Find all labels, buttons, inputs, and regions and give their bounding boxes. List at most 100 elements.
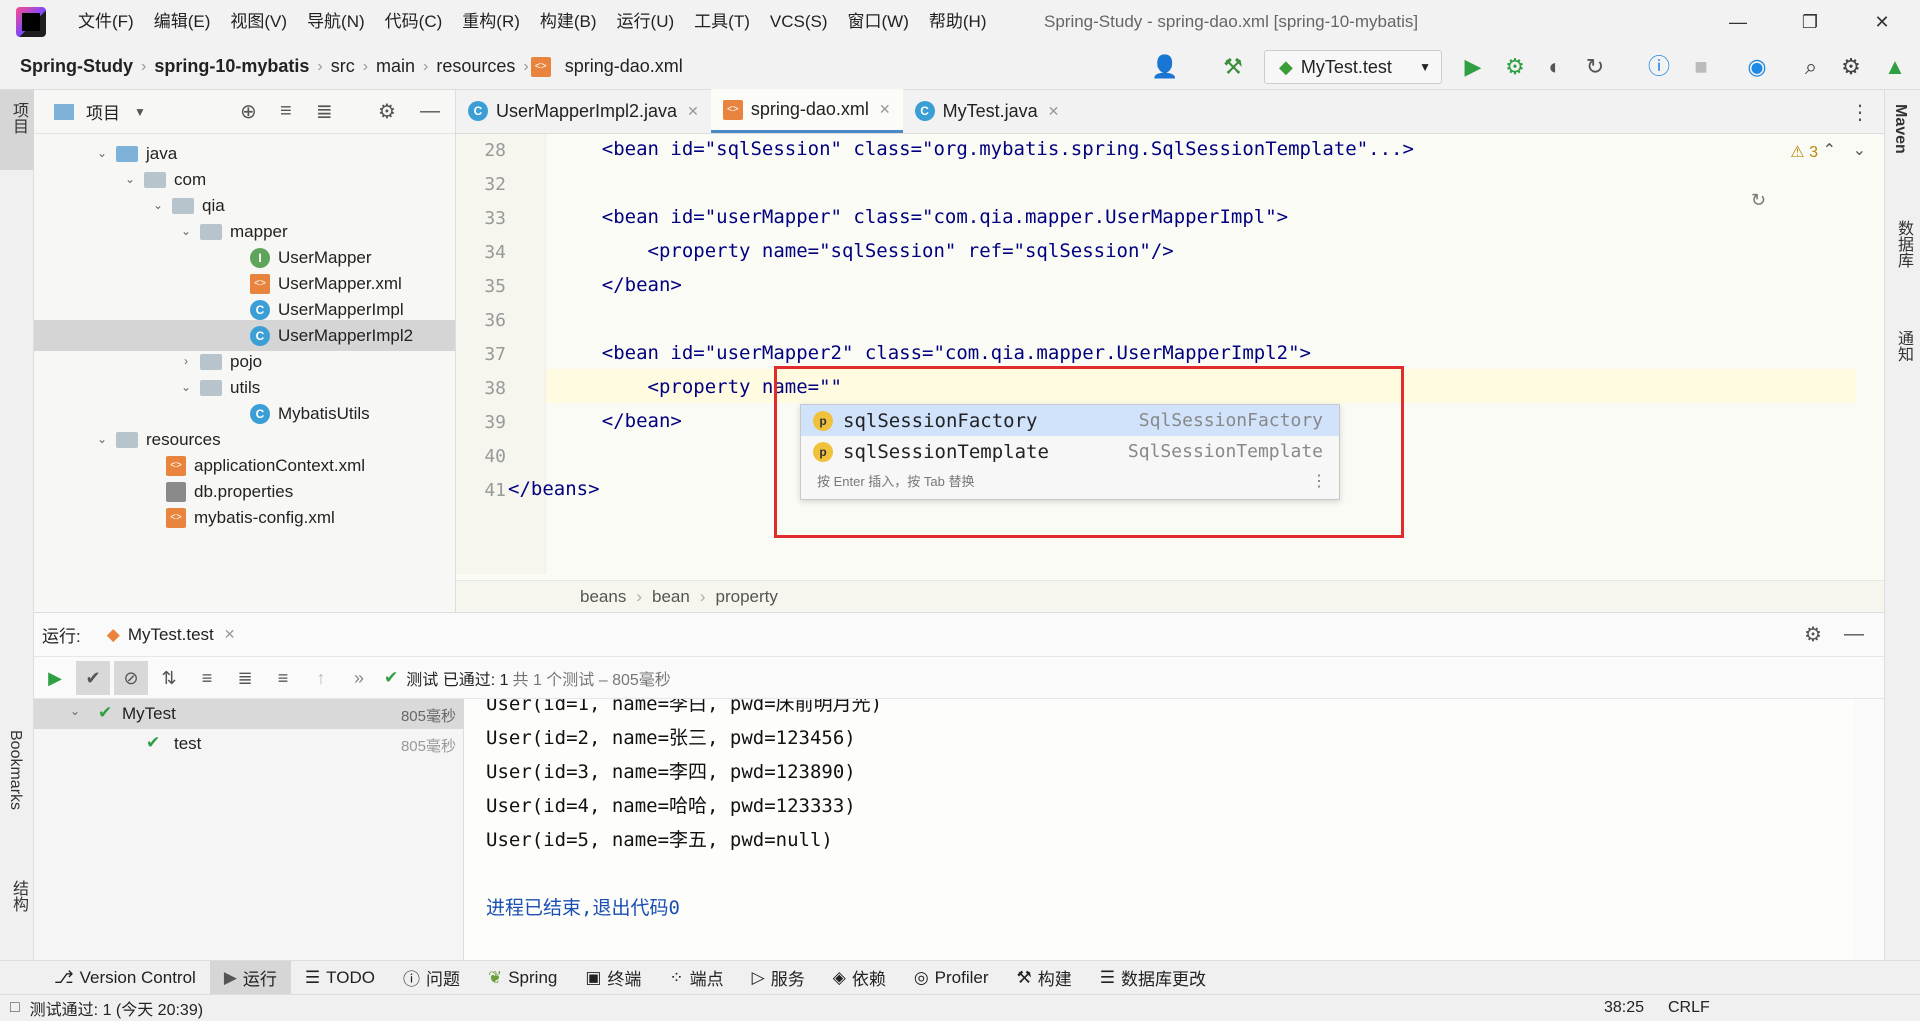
menu-view[interactable]: 视图(V) <box>220 0 297 44</box>
tool-build[interactable]: ⚒ 构建 <box>1003 961 1086 995</box>
maven-tool-label[interactable]: Maven <box>1891 104 1909 154</box>
more-actions-icon[interactable]: » <box>342 661 376 695</box>
menu-navigate[interactable]: 导航(N) <box>297 0 375 44</box>
collapse-all-icon[interactable]: ≣ <box>316 99 333 124</box>
debug-icon[interactable]: ⚙ <box>1500 52 1530 82</box>
chevron-down-icon[interactable]: ⌄ <box>70 704 80 718</box>
menu-build[interactable]: 构建(B) <box>530 0 607 44</box>
close-tab-icon[interactable]: ✕ <box>687 103 699 120</box>
console-output[interactable]: User(id=1, name=李白, pwd=床前明月光) User(id=2… <box>464 699 1854 961</box>
profile-icon[interactable]: ↻ <box>1580 52 1610 82</box>
sort-duration-icon[interactable]: ≡ <box>190 661 224 695</box>
caret-position[interactable]: 38:25 <box>1604 999 1644 1017</box>
show-ignored-icon[interactable]: ⊘ <box>114 660 148 695</box>
sort-alpha-icon[interactable]: ⇅ <box>152 661 186 695</box>
menu-window[interactable]: 窗口(W) <box>838 0 919 44</box>
run-tab-label[interactable]: MyTest.test <box>128 625 214 645</box>
menu-vcs[interactable]: VCS(S) <box>760 0 838 44</box>
bookmarks-tool-label[interactable]: Bookmarks <box>6 730 24 810</box>
hide-panel-icon[interactable]: — <box>420 100 440 123</box>
tab-mytest[interactable]: C MyTest.java ✕ <box>903 89 1072 133</box>
stop-icon[interactable]: ■ <box>1686 52 1716 82</box>
tool-endpoints[interactable]: ⁘ 端点 <box>655 961 737 995</box>
chevron-down-icon[interactable]: ▼ <box>134 105 146 119</box>
close-tab-icon[interactable]: ✕ <box>224 626 236 643</box>
settings-gear-icon[interactable]: ⚙ <box>1836 52 1866 82</box>
crumb-project[interactable]: Spring-Study <box>14 56 139 77</box>
completion-item-selected[interactable]: p sqlSessionFactory SqlSessionFactory <box>801 405 1339 436</box>
tool-terminal[interactable]: ▣ 终端 <box>571 961 655 995</box>
collapse-all-icon[interactable]: ≡ <box>266 661 300 695</box>
rerun-icon[interactable]: ▶ <box>38 661 72 695</box>
warning-count[interactable]: ⚠ 3 <box>1790 142 1818 162</box>
tree-item[interactable]: <> mybatis-config.xml <box>166 502 335 533</box>
tool-version-control[interactable]: ⎇ Version Control <box>40 961 210 995</box>
show-passed-icon[interactable]: ✔ <box>76 660 110 695</box>
crumb-property[interactable]: property <box>716 587 778 607</box>
menu-code[interactable]: 代码(C) <box>375 0 453 44</box>
database-tool-label[interactable]: 数据库 <box>1891 220 1915 268</box>
expand-all-icon[interactable]: ≣ <box>228 661 262 695</box>
tree-item[interactable]: C MybatisUtils <box>250 398 370 429</box>
tool-run[interactable]: ▶ 运行 <box>209 960 291 995</box>
tool-database-changes[interactable]: ☰ 数据库更改 <box>1086 961 1220 995</box>
prev-failed-icon[interactable]: ↑ <box>304 661 338 695</box>
line-separator[interactable]: CRLF <box>1668 999 1710 1017</box>
more-tabs-icon[interactable]: ⋮ <box>1850 100 1870 125</box>
test-row[interactable]: ✔ test 805毫秒 <box>34 729 464 759</box>
tool-spring[interactable]: ❦ Spring <box>474 961 571 995</box>
crumb-module[interactable]: spring-10-mybatis <box>148 56 315 77</box>
tab-spring-dao[interactable]: <> spring-dao.xml ✕ <box>710 89 903 133</box>
locate-icon[interactable]: ⊕ <box>240 99 257 124</box>
crumb-resources[interactable]: resources <box>430 56 521 77</box>
project-tool-button[interactable]: 项目 <box>0 90 34 170</box>
tool-problems[interactable]: ⓘ 问题 <box>389 961 474 995</box>
settings-gear-icon[interactable]: ⚙ <box>1804 622 1822 647</box>
user-icon[interactable]: 👤 <box>1150 52 1180 82</box>
intellij-logo-icon[interactable] <box>16 7 46 37</box>
status-panel-icon[interactable]: □ <box>10 999 20 1017</box>
run-icon[interactable]: ▶ <box>1458 52 1488 82</box>
help-icon[interactable]: ⓘ <box>1644 52 1674 82</box>
coverage-icon[interactable]: ◐ <box>1540 52 1570 82</box>
notifications-tool-label[interactable]: 通知 <box>1891 330 1915 362</box>
menu-tools[interactable]: 工具(T) <box>684 0 760 44</box>
crumb-bean[interactable]: bean <box>652 587 690 607</box>
close-icon[interactable]: ✕ <box>1852 0 1912 44</box>
maven-reload-icon[interactable]: ↻ <box>1751 190 1766 211</box>
crumb-beans[interactable]: beans <box>580 587 626 607</box>
completion-item[interactable]: p sqlSessionTemplate SqlSessionTemplate <box>801 436 1339 467</box>
minimize-icon[interactable]: — <box>1708 0 1768 44</box>
chevron-up-icon[interactable]: ⌃ <box>1823 140 1836 160</box>
restore-icon[interactable]: ❐ <box>1780 0 1840 44</box>
close-tab-icon[interactable]: ✕ <box>1048 103 1060 120</box>
close-tab-icon[interactable]: ✕ <box>879 101 891 118</box>
menu-help[interactable]: 帮助(H) <box>919 0 997 44</box>
menu-run[interactable]: 运行(U) <box>607 0 685 44</box>
tool-profiler[interactable]: ◎ Profiler <box>900 961 1003 995</box>
menu-file[interactable]: 文件(F) <box>68 0 144 44</box>
search-icon[interactable]: ⌕ <box>1796 52 1826 82</box>
hide-panel-icon[interactable]: — <box>1844 623 1864 646</box>
test-row-selected[interactable]: ⌄ ✔ MyTest 805毫秒 <box>34 699 464 729</box>
menu-edit[interactable]: 编辑(E) <box>144 0 221 44</box>
tool-services[interactable]: ▷ 服务 <box>738 961 819 995</box>
project-panel-title[interactable]: 项目 <box>86 99 120 124</box>
chevron-down-icon[interactable]: ⌄ <box>1853 140 1866 160</box>
menu-refactor[interactable]: 重构(R) <box>452 0 530 44</box>
expand-all-icon[interactable]: ≡ <box>280 100 292 123</box>
crumb-main[interactable]: main <box>370 56 421 77</box>
plugin-icon[interactable]: ▲ <box>1880 52 1910 82</box>
tab-usermapperimpl2[interactable]: C UserMapperImpl2.java ✕ <box>456 89 711 133</box>
status-message[interactable]: 测试通过: 1 (今天 20:39) <box>30 996 203 1020</box>
tool-todo[interactable]: ☰ TODO <box>291 961 389 995</box>
tool-dependencies[interactable]: ◈ 依赖 <box>819 961 900 995</box>
structure-tool-label[interactable]: 结构 <box>6 880 30 912</box>
settings-gear-icon[interactable]: ⚙ <box>378 99 396 124</box>
crumb-src[interactable]: src <box>325 56 361 77</box>
build-hammer-icon[interactable]: ⚒ <box>1218 52 1248 82</box>
update-icon[interactable]: ◉ <box>1742 52 1772 82</box>
more-options-icon[interactable]: ⋮ <box>1311 467 1327 497</box>
tree-item[interactable]: ⌄ utils <box>178 372 260 403</box>
crumb-file[interactable]: spring-dao.xml <box>559 56 689 77</box>
